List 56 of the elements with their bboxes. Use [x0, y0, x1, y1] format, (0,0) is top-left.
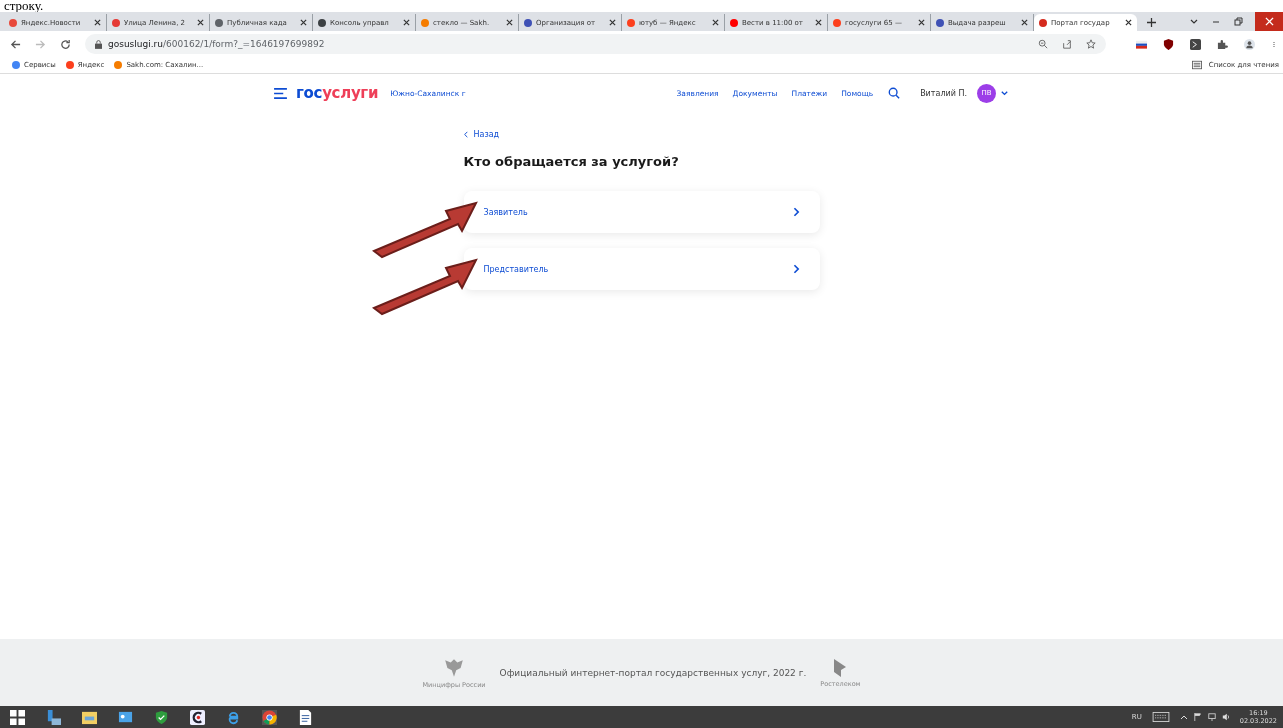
close-icon — [1264, 17, 1274, 26]
browser-e-icon[interactable] — [226, 709, 241, 725]
caption-text: строку. — [4, 0, 44, 12]
user-name[interactable]: Виталий П. — [920, 88, 967, 98]
close-icon[interactable] — [94, 19, 101, 26]
option-card[interactable]: Заявитель — [463, 191, 820, 233]
search-icon[interactable] — [888, 87, 901, 99]
chrome-icon[interactable] — [262, 709, 277, 725]
flag-icon[interactable] — [1193, 713, 1202, 721]
extension-icon[interactable] — [1190, 38, 1201, 50]
chevron-right-icon — [792, 264, 800, 274]
close-icon[interactable] — [815, 19, 822, 26]
star-icon[interactable] — [1086, 39, 1096, 49]
zoom-icon[interactable] — [1038, 39, 1048, 49]
address-bar[interactable]: gosuslugi.ru/600162/1/form?_=1646197699892 — [85, 34, 1106, 54]
keyboard-icon[interactable] — [1151, 712, 1170, 722]
puzzle-icon[interactable] — [1217, 38, 1228, 50]
close-icon[interactable] — [918, 19, 925, 26]
speaker-icon[interactable] — [1221, 713, 1230, 721]
close-icon[interactable] — [300, 19, 307, 26]
document-icon[interactable] — [298, 709, 313, 725]
close-icon[interactable] — [403, 19, 410, 26]
start-icon[interactable] — [10, 709, 25, 725]
share-icon[interactable] — [1062, 39, 1072, 49]
flag-icon[interactable] — [1136, 38, 1147, 50]
caret-icon[interactable] — [1179, 713, 1188, 721]
computer-icon[interactable] — [46, 709, 61, 725]
back-link[interactable]: Назад — [463, 130, 500, 139]
chevron-left-icon — [463, 131, 468, 138]
reading-list-icon — [1191, 60, 1202, 70]
close-icon[interactable] — [609, 19, 616, 26]
option-card[interactable]: Представитель — [463, 248, 820, 290]
folder-icon[interactable] — [82, 709, 97, 725]
shield-icon[interactable] — [154, 709, 169, 725]
close-icon[interactable] — [1021, 19, 1028, 26]
restore-icon[interactable] — [1233, 16, 1243, 27]
close-icon[interactable] — [712, 19, 719, 26]
chevron-right-icon — [792, 207, 800, 217]
new-tab-icon[interactable] — [1147, 18, 1156, 27]
close-icon[interactable] — [197, 19, 204, 26]
control-panel-icon[interactable] — [118, 709, 133, 725]
lock-icon — [95, 39, 102, 49]
reload-icon[interactable] — [60, 38, 71, 50]
app-c-icon[interactable] — [190, 709, 205, 725]
menu-icon[interactable] — [274, 87, 287, 99]
close-icon[interactable] — [1125, 19, 1132, 26]
network-icon[interactable] — [1207, 713, 1216, 721]
window-close-button[interactable] — [1255, 12, 1283, 31]
back-arrow-icon[interactable] — [10, 38, 21, 50]
profile-icon[interactable] — [1244, 38, 1255, 50]
chevron-down-icon[interactable] — [1000, 88, 1009, 98]
site-logo[interactable]: госуслуги — [296, 84, 379, 102]
page-heading: Кто обращается за услугой? — [463, 154, 680, 169]
footer-text: Официальный интернет-портал государственных услуг, 2022 г. — [499, 667, 807, 678]
shield-icon[interactable] — [1163, 38, 1174, 50]
close-icon[interactable] — [506, 19, 513, 26]
